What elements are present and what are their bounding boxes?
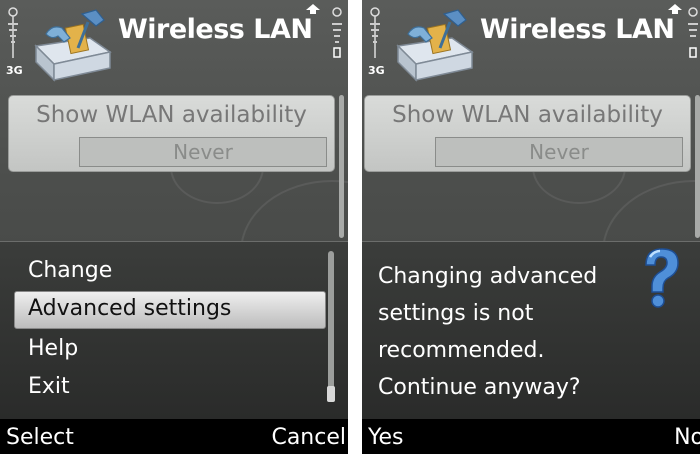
softkey-no[interactable]: No — [674, 425, 700, 450]
menu-scrollbar[interactable] — [328, 251, 334, 401]
softkey-select[interactable]: Select — [6, 425, 74, 450]
network-type-label: 3G — [368, 64, 385, 77]
title-bar: 3G Wireless LAN — [362, 0, 700, 88]
menu-item-exit[interactable]: Exit — [28, 374, 70, 399]
signal-strength-icon — [8, 7, 18, 58]
data-transfer-icon — [668, 4, 682, 14]
scrollbar[interactable] — [695, 95, 700, 238]
network-type-label: 3G — [6, 64, 23, 77]
battery-icon — [688, 7, 698, 58]
softkey-bar: Select Cancel — [0, 419, 348, 454]
app-title: Wireless LAN — [480, 14, 675, 45]
wlan-availability-setting[interactable]: Show WLAN availability Never — [8, 95, 335, 172]
title-bar: 3G Wireless LAN — [0, 0, 348, 88]
confirmation-screen: 3G Wireless LAN Show WLAN availability N… — [362, 0, 700, 454]
data-transfer-icon — [306, 4, 320, 14]
softkey-yes[interactable]: Yes — [368, 425, 404, 450]
battery-icon — [332, 7, 342, 58]
question-mark-icon — [645, 248, 679, 308]
softkey-cancel[interactable]: Cancel — [271, 425, 346, 450]
app-title: Wireless LAN — [118, 14, 313, 45]
confirmation-message: Changing advanced settings is not recomm… — [378, 264, 598, 400]
setting-label: Show WLAN availability — [392, 102, 663, 128]
setting-value: Never — [435, 137, 683, 167]
menu-item-help[interactable]: Help — [28, 336, 78, 361]
options-menu-screen: 3G Wireless LAN Show WLAN availability N… — [0, 0, 348, 454]
wlan-toolbox-icon — [396, 9, 474, 82]
menu-item-advanced-settings[interactable]: Advanced settings — [28, 296, 231, 321]
softkey-bar: Yes No — [362, 419, 700, 454]
menu-scrollbar-thumb[interactable] — [327, 386, 335, 402]
wlan-availability-setting[interactable]: Show WLAN availability Never — [364, 95, 691, 172]
wlan-toolbox-icon — [34, 9, 112, 82]
setting-label: Show WLAN availability — [36, 102, 307, 128]
signal-strength-icon — [370, 7, 380, 58]
setting-value: Never — [79, 137, 327, 167]
scrollbar[interactable] — [339, 95, 344, 238]
menu-item-change[interactable]: Change — [28, 258, 112, 283]
